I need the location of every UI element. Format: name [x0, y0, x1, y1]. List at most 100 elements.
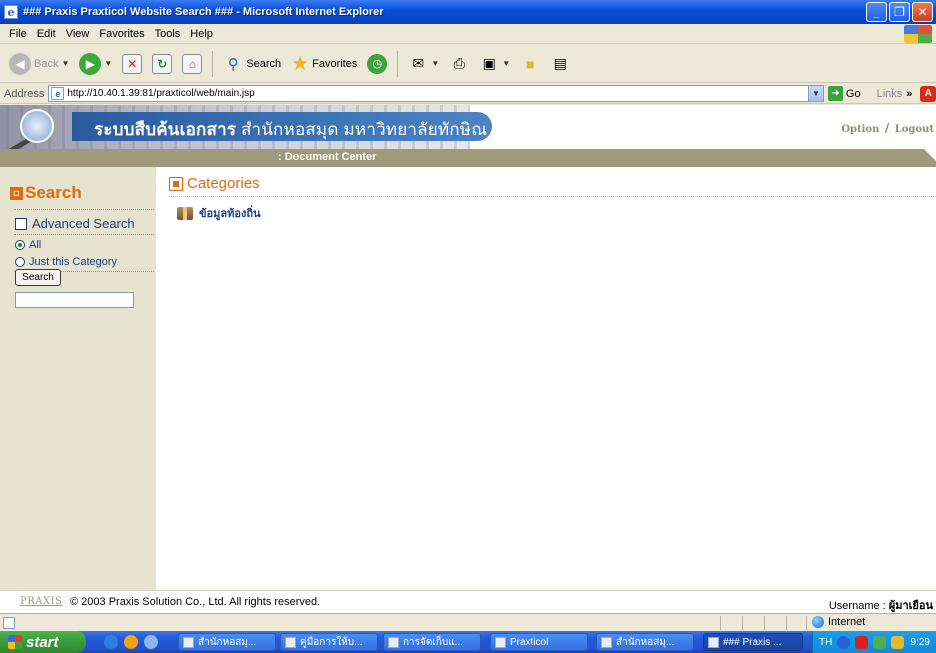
search-icon: ⚲ — [227, 55, 239, 73]
section-bar: : Document Center — [0, 149, 936, 167]
logout-link[interactable]: Logout — [895, 124, 934, 135]
research-button[interactable]: ▤ — [547, 49, 573, 79]
stop-icon: ✕ — [122, 53, 143, 74]
toolbar: ◀ Back ▼ ▶ ▼ ✕ ↻ ⌂ ⚲ Search ★ Favorites … — [0, 45, 936, 83]
acrobat-icon[interactable]: A — [920, 85, 936, 102]
task-label: สำนักหอสมุ... — [198, 636, 257, 648]
document-center-label: : Document Center — [278, 151, 377, 163]
address-input[interactable]: e http://10.40.1.39:81/praxticol/web/mai… — [48, 85, 824, 102]
ie-icon — [708, 636, 719, 648]
links-more-button[interactable]: » — [906, 88, 912, 100]
print-button[interactable]: ⎙ — [446, 49, 472, 79]
praxis-logo-link[interactable]: PRAXIS — [20, 596, 62, 607]
mail-icon: ✉ — [412, 55, 425, 71]
site-title-main: ระบบสืบค้นเอกสาร — [94, 120, 237, 139]
address-bar: Address e http://10.40.1.39:81/praxticol… — [0, 84, 936, 104]
status-cell — [720, 616, 721, 630]
taskbar: start สำนักหอสมุ... คู่มือการให้บ... การ… — [0, 631, 936, 653]
category-item-label: ข้อมูลท้องถิ่น — [199, 208, 261, 220]
task-label: สำนักหอสมุ... — [616, 636, 675, 648]
mail-button[interactable]: ✉ ▼ — [405, 49, 442, 79]
task-button[interactable]: สำนักหอสมุ... — [178, 633, 276, 651]
task-button[interactable]: การจัดเก็บแ... — [383, 633, 481, 651]
folder-icon: ■ — [525, 55, 535, 72]
globe-icon — [812, 616, 824, 628]
menu-view[interactable]: View — [61, 28, 95, 40]
sidebar-bottom — [0, 583, 156, 590]
history-button[interactable]: ◷ — [364, 49, 390, 79]
copyright-text: © 2003 Praxis Solution Co., Ltd. All rig… — [70, 596, 321, 608]
address-label: Address — [4, 87, 45, 100]
status-cell — [786, 616, 787, 630]
address-dropdown-button[interactable]: ▼ — [807, 86, 823, 101]
quick-launch — [104, 635, 158, 649]
window-title: ### Praxis Praxticol Website Search ### … — [23, 6, 384, 18]
printer-icon: ⎙ — [453, 55, 465, 71]
menu-favorites[interactable]: Favorites — [94, 28, 149, 40]
word-icon — [285, 636, 296, 648]
media-quicklaunch-icon[interactable] — [124, 635, 138, 649]
minimize-button[interactable]: _ — [866, 2, 887, 22]
sidebar-divider — [14, 209, 154, 210]
edit-button[interactable]: ▣ ▼ — [476, 49, 513, 79]
network-icon[interactable] — [873, 635, 887, 649]
advanced-search-checkbox[interactable]: Advanced Search — [15, 216, 135, 231]
sidebar-search-button[interactable]: Search — [15, 269, 61, 286]
folder-button[interactable]: ■ — [517, 49, 543, 79]
advanced-search-label: Advanced Search — [32, 216, 135, 231]
link-separator: / — [884, 121, 890, 135]
checkbox-box[interactable] — [15, 217, 27, 230]
category-item[interactable]: ข้อมูลท้องถิ่น — [177, 204, 261, 222]
word-icon — [388, 636, 399, 648]
research-icon: ▤ — [553, 55, 567, 71]
desktop-quicklaunch-icon[interactable] — [144, 635, 158, 649]
option-link[interactable]: Option — [841, 124, 879, 135]
chevron-down-icon: ▼ — [104, 59, 113, 68]
menu-help[interactable]: Help — [185, 28, 218, 40]
favorites-button[interactable]: ★ Favorites — [288, 49, 360, 79]
task-button[interactable]: คู่มือการให้บ... — [280, 633, 378, 651]
page-status-icon — [3, 616, 15, 629]
back-button[interactable]: ◀ Back ▼ — [6, 49, 72, 79]
username-display: Username : ผู้มาเยือน — [829, 596, 933, 613]
windows-logo-icon — [904, 25, 932, 43]
maximize-button[interactable]: ❐ — [889, 2, 910, 22]
home-button[interactable]: ⌂ — [179, 49, 205, 79]
menu-edit[interactable]: Edit — [32, 28, 61, 40]
task-button[interactable]: Praxticol — [490, 633, 588, 651]
tray-misc-icon[interactable] — [891, 635, 905, 649]
stop-button[interactable]: ✕ — [119, 49, 145, 79]
task-label: การจัดเก็บแ... — [403, 636, 463, 648]
menu-tools[interactable]: Tools — [150, 28, 186, 40]
radio-all[interactable]: All — [15, 239, 41, 251]
task-button-active[interactable]: ### Praxis ... — [703, 633, 803, 651]
search-box-icon: ◘ — [10, 186, 23, 200]
radio-all-button[interactable] — [15, 240, 25, 250]
close-button[interactable]: ✕ — [912, 2, 933, 22]
start-label: start — [26, 633, 59, 651]
go-button[interactable]: ➜ Go — [827, 86, 861, 101]
security-zone: Internet — [812, 616, 865, 628]
task-button[interactable]: สำนักหอสมุ... — [596, 633, 694, 651]
search-button[interactable]: ⚲ Search — [220, 49, 284, 79]
language-indicator[interactable]: TH — [819, 637, 832, 648]
sidebar-title: ◘ Search — [10, 183, 82, 203]
links-label[interactable]: Links — [877, 88, 903, 100]
forward-button[interactable]: ▶ ▼ — [76, 49, 115, 79]
refresh-button[interactable]: ↻ — [149, 49, 175, 79]
forward-arrow-icon: ▶ — [79, 52, 102, 75]
categories-title: Categories — [187, 175, 260, 192]
radio-category-button[interactable] — [15, 257, 25, 267]
radio-category[interactable]: Just this Category — [15, 256, 117, 268]
radio-all-label: All — [29, 239, 42, 251]
chevron-down-icon: ▼ — [61, 59, 70, 68]
menu-file[interactable]: File — [4, 28, 32, 40]
antivirus-icon[interactable] — [855, 635, 869, 649]
ie-quicklaunch-icon[interactable] — [104, 635, 118, 649]
back-label: Back — [34, 57, 59, 70]
clock: 9:29 — [910, 636, 930, 648]
address-url: http://10.40.1.39:81/praxticol/web/main.… — [67, 88, 255, 99]
tray-arrow-icon[interactable] — [837, 635, 851, 649]
start-button[interactable]: start — [0, 631, 86, 653]
sidebar-search-input[interactable] — [15, 292, 134, 308]
